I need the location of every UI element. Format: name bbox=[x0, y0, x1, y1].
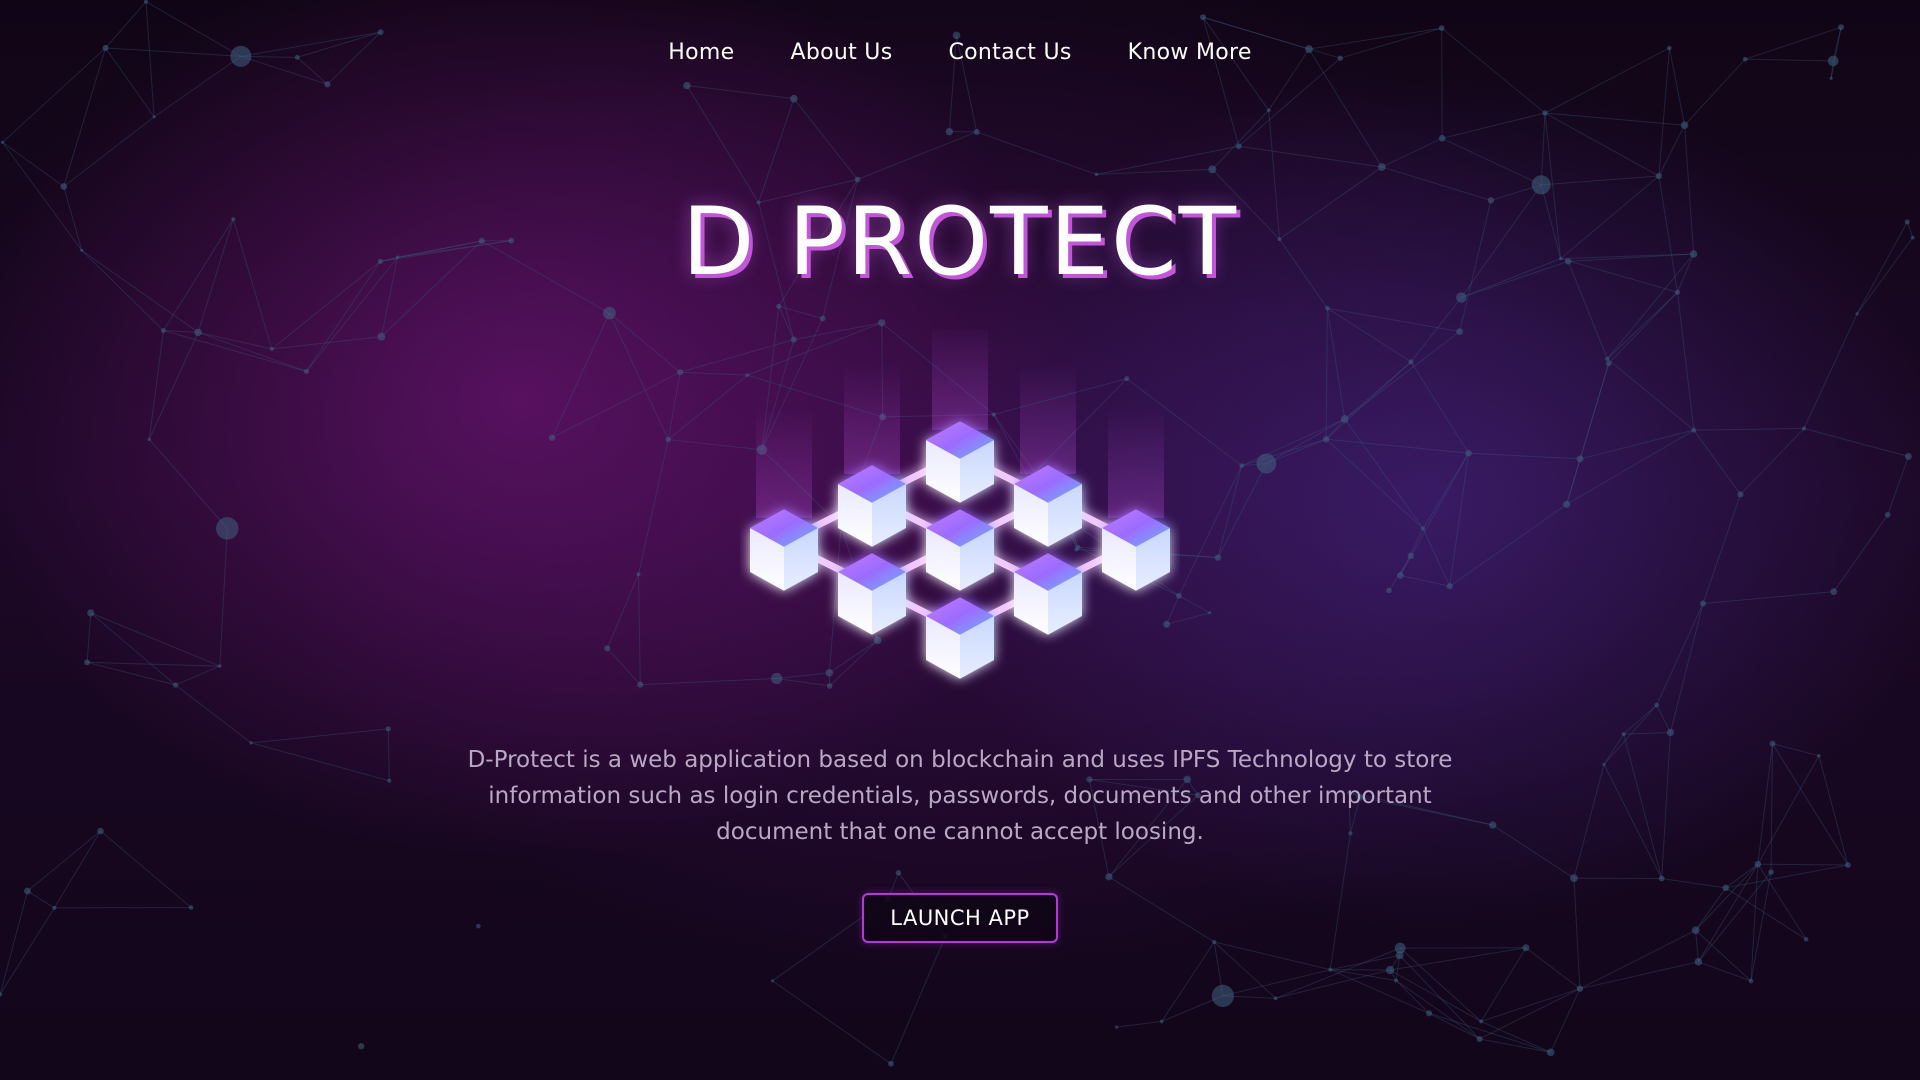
nav-item-about-us[interactable]: About Us bbox=[790, 40, 892, 65]
page-title: D PROTECT bbox=[681, 188, 1239, 297]
main-nav: Home About Us Contact Us Know More bbox=[0, 40, 1920, 65]
launch-app-button[interactable]: LAUNCH APP bbox=[862, 893, 1058, 943]
nav-item-know-more[interactable]: Know More bbox=[1128, 40, 1252, 65]
nav-item-contact-us[interactable]: Contact Us bbox=[948, 40, 1071, 65]
hero-description: D-Protect is a web application based on … bbox=[467, 747, 1453, 845]
nav-item-home[interactable]: Home bbox=[668, 40, 734, 65]
blockchain-cubes-icon bbox=[750, 330, 1170, 679]
cube-grid bbox=[750, 421, 1170, 679]
